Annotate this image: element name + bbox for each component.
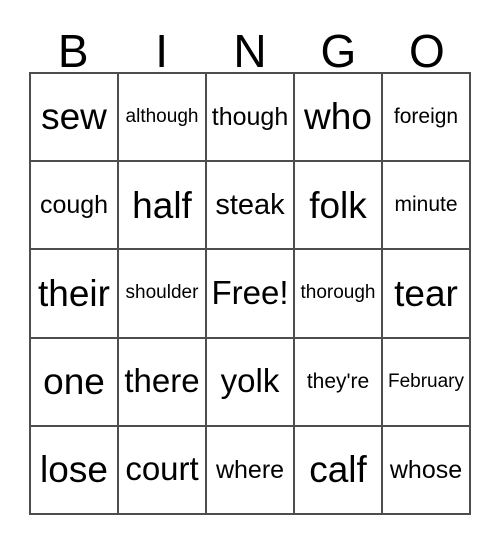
bingo-cell[interactable]: sew bbox=[31, 74, 119, 163]
bingo-cell[interactable]: whose bbox=[383, 426, 471, 515]
bingo-cell-label: sew bbox=[41, 96, 107, 138]
bingo-header-b: B bbox=[29, 16, 117, 77]
bingo-row: lose court where calf whose bbox=[31, 426, 471, 515]
bingo-cell-label: though bbox=[211, 102, 289, 131]
bingo-cell-label: lose bbox=[40, 449, 108, 491]
bingo-cell[interactable]: who bbox=[295, 74, 383, 163]
bingo-cell[interactable]: February bbox=[383, 338, 471, 427]
bingo-cell-label: steak bbox=[215, 188, 285, 221]
bingo-cell-label: who bbox=[304, 96, 372, 138]
bingo-header-n: N bbox=[206, 16, 294, 77]
bingo-cell-label: half bbox=[132, 184, 192, 226]
bingo-cell[interactable]: although bbox=[119, 74, 207, 163]
bingo-cell-label: tear bbox=[394, 272, 458, 314]
bingo-cell-label: shoulder bbox=[125, 282, 199, 304]
bingo-header-letter: G bbox=[320, 24, 357, 77]
bingo-cell[interactable]: foreign bbox=[383, 74, 471, 163]
bingo-cell[interactable]: they're bbox=[295, 338, 383, 427]
bingo-cell[interactable]: calf bbox=[295, 426, 383, 515]
bingo-cell[interactable]: folk bbox=[295, 162, 383, 251]
bingo-row: sew although though who foreign bbox=[31, 74, 471, 163]
bingo-cell-label: there bbox=[124, 362, 200, 400]
bingo-cell-label: whose bbox=[389, 455, 463, 484]
bingo-card: B I N G O sew although though who foreig… bbox=[29, 16, 471, 515]
bingo-row: their shoulder Free! thorough tear bbox=[31, 250, 471, 339]
bingo-cell-label: thorough bbox=[300, 282, 376, 304]
bingo-cell-label: where bbox=[215, 455, 285, 484]
bingo-cell[interactable]: half bbox=[119, 162, 207, 251]
bingo-cell-label: their bbox=[38, 272, 110, 314]
bingo-cell-label: they're bbox=[306, 369, 370, 393]
bingo-cell-label: February bbox=[387, 370, 465, 392]
bingo-free-space-cell[interactable]: Free! bbox=[207, 250, 295, 339]
bingo-header-letter: B bbox=[57, 24, 89, 77]
bingo-header-letter: O bbox=[408, 24, 445, 77]
bingo-cell[interactable]: steak bbox=[207, 162, 295, 251]
bingo-header-letter: I bbox=[155, 24, 168, 77]
bingo-cell[interactable]: their bbox=[31, 250, 119, 339]
bingo-cell-label: court bbox=[125, 450, 199, 488]
bingo-cell[interactable]: tear bbox=[383, 250, 471, 339]
bingo-free-space-label: Free! bbox=[211, 273, 289, 311]
bingo-cell-label: foreign bbox=[393, 104, 459, 128]
bingo-header-letter: N bbox=[233, 24, 267, 77]
bingo-cell[interactable]: shoulder bbox=[119, 250, 207, 339]
bingo-cell[interactable]: minute bbox=[383, 162, 471, 251]
bingo-cell-label: calf bbox=[309, 449, 367, 491]
bingo-row: cough half steak folk minute bbox=[31, 162, 471, 251]
bingo-cell[interactable]: court bbox=[119, 426, 207, 515]
bingo-cell[interactable]: thorough bbox=[295, 250, 383, 339]
bingo-cell-label: although bbox=[125, 106, 199, 128]
bingo-cell-label: cough bbox=[39, 191, 109, 220]
bingo-cell[interactable]: one bbox=[31, 338, 119, 427]
bingo-cell[interactable]: there bbox=[119, 338, 207, 427]
bingo-cell-label: yolk bbox=[220, 362, 280, 400]
bingo-cell[interactable]: lose bbox=[31, 426, 119, 515]
bingo-cell-label: minute bbox=[394, 193, 458, 217]
bingo-header-o: O bbox=[383, 16, 471, 77]
bingo-cell[interactable]: yolk bbox=[207, 338, 295, 427]
bingo-cell-label: folk bbox=[309, 184, 367, 226]
bingo-header-row: B I N G O bbox=[29, 16, 471, 77]
bingo-cell-label: one bbox=[43, 361, 105, 403]
bingo-cell[interactable]: though bbox=[207, 74, 295, 163]
bingo-grid: sew although though who foreign cough ha… bbox=[29, 72, 471, 515]
bingo-cell[interactable]: cough bbox=[31, 162, 119, 251]
bingo-row: one there yolk they're February bbox=[31, 338, 471, 427]
bingo-cell[interactable]: where bbox=[207, 426, 295, 515]
bingo-header-g: G bbox=[294, 16, 382, 77]
bingo-header-i: I bbox=[117, 16, 205, 77]
